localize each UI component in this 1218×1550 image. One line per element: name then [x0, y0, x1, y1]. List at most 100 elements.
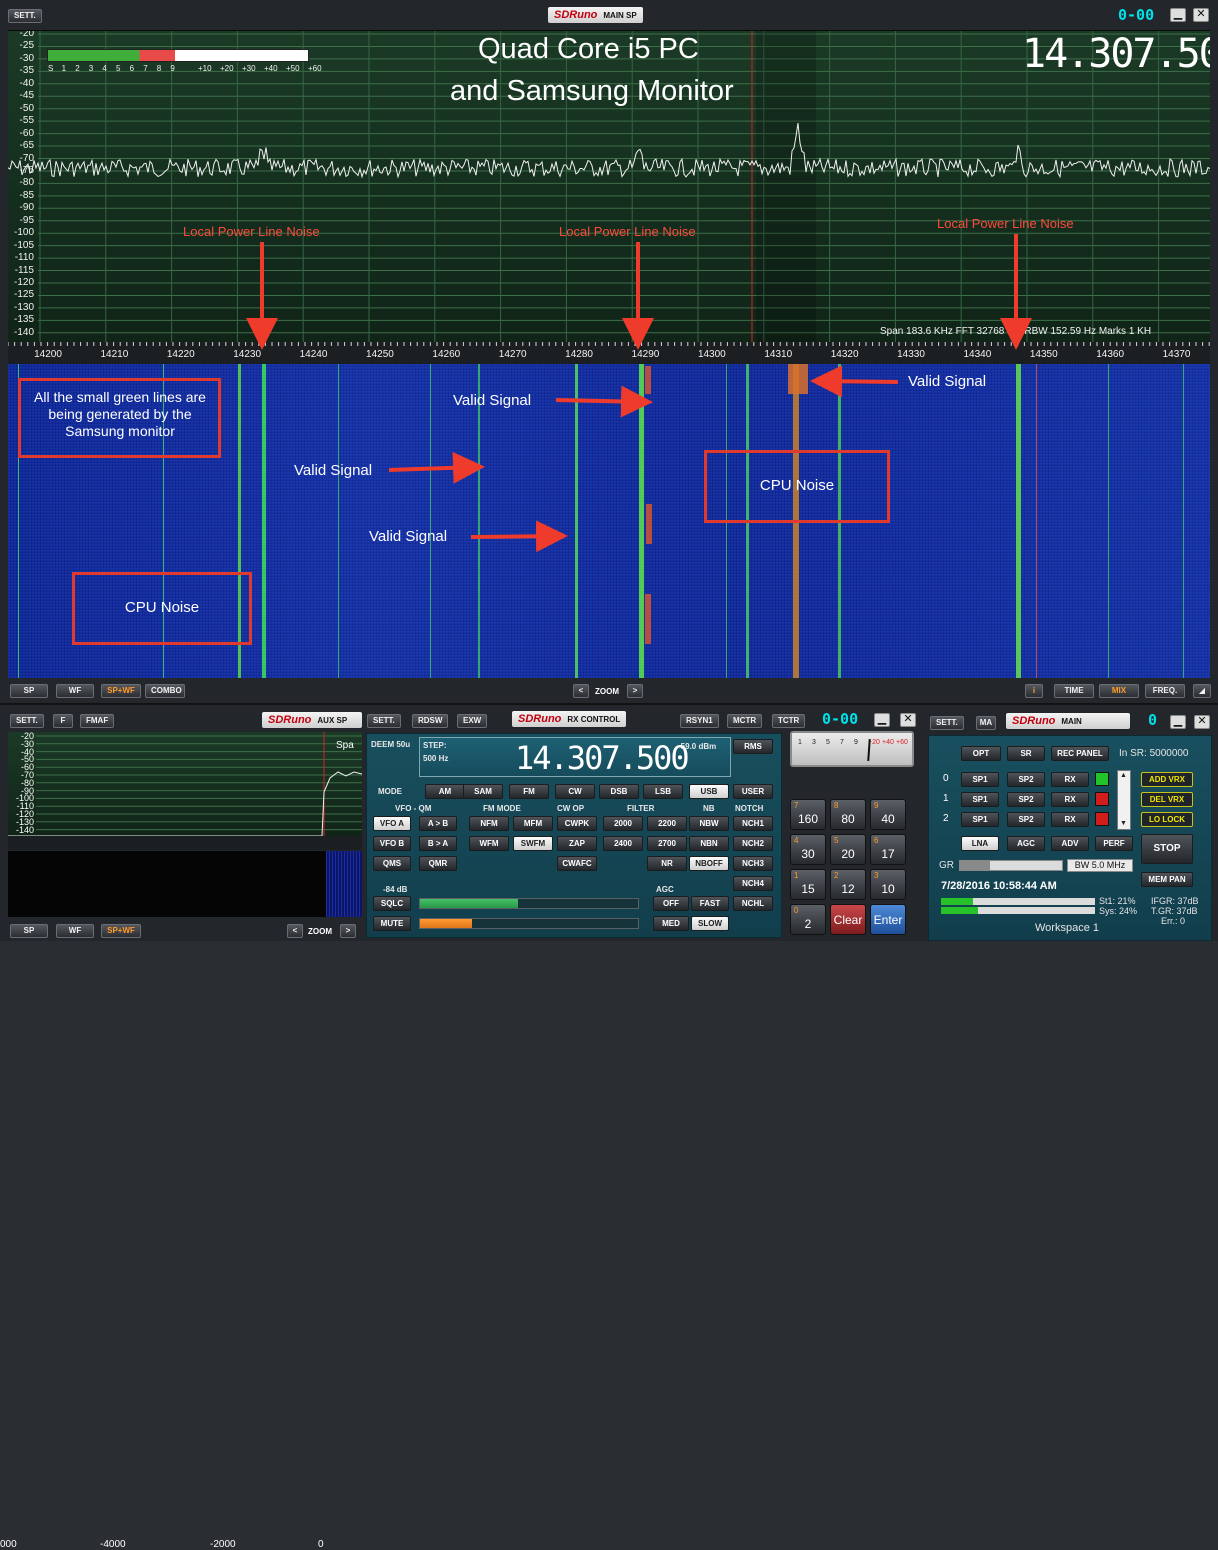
exw-button[interactable]: EXW: [457, 714, 488, 728]
agc-button[interactable]: AGC: [1007, 836, 1045, 851]
minimize-button[interactable]: ▁: [1170, 8, 1186, 22]
rms-button[interactable]: RMS: [733, 739, 773, 754]
freq-button[interactable]: FREQ.: [1145, 684, 1185, 698]
main-panel-settings-button[interactable]: SETT.: [930, 716, 964, 730]
volume-slider[interactable]: [419, 918, 639, 929]
sp-button[interactable]: SP: [10, 684, 48, 698]
close-button[interactable]: ✕: [1193, 8, 1209, 22]
scroll-up-icon[interactable]: ▲: [1120, 772, 1127, 779]
time-button[interactable]: TIME: [1054, 684, 1094, 698]
mctr-button[interactable]: MCTR: [727, 714, 763, 728]
frequency-display[interactable]: 14.307.500: [1022, 31, 1210, 77]
tctr-button[interactable]: TCTR: [772, 714, 806, 728]
keypad-key[interactable]: 1 15: [790, 869, 826, 900]
rec-panel-button[interactable]: REC PANEL: [1051, 746, 1109, 761]
user-button[interactable]: USER: [733, 784, 773, 799]
opt-2200-button[interactable]: 2200: [647, 816, 687, 831]
adv-button[interactable]: ADV: [1051, 836, 1089, 851]
keypad-key[interactable]: 3 10: [870, 869, 906, 900]
opt-2400-button[interactable]: 2400: [603, 836, 643, 851]
opt-nboff-button[interactable]: NBOFF: [689, 856, 729, 871]
vrx-status-indicator[interactable]: [1095, 772, 1109, 786]
perf-button[interactable]: PERF: [1095, 836, 1133, 851]
sp-wf-button[interactable]: SP+WF: [101, 684, 141, 698]
rx-settings-button[interactable]: SETT.: [367, 714, 401, 728]
main-panel-close-button[interactable]: ✕: [1194, 715, 1210, 729]
vrx-sp1-button[interactable]: SP1: [961, 792, 999, 807]
keypad-key[interactable]: 5 20: [830, 834, 866, 865]
mode-usb-button[interactable]: USB: [689, 784, 729, 799]
info-button[interactable]: i: [1025, 684, 1043, 698]
vrx-sp2-button[interactable]: SP2: [1007, 812, 1045, 827]
mode-dsb-button[interactable]: DSB: [599, 784, 639, 799]
opt-vfo-a-button[interactable]: VFO A: [373, 816, 411, 831]
vrx-sp1-button[interactable]: SP1: [961, 812, 999, 827]
vrx-status-indicator[interactable]: [1095, 812, 1109, 826]
aux-sp-wf-button[interactable]: SP+WF: [101, 924, 141, 938]
rsyn1-button[interactable]: RSYN1: [680, 714, 719, 728]
gain-reduction-slider[interactable]: [959, 860, 1063, 871]
rdsw-button[interactable]: RDSW: [412, 714, 449, 728]
aux-zoom-in-button[interactable]: >: [340, 924, 356, 938]
lna-button[interactable]: LNA: [961, 836, 999, 851]
mute-button[interactable]: MUTE: [373, 916, 411, 931]
wf-button[interactable]: WF: [56, 684, 94, 698]
opt-cwpk-button[interactable]: CWPK: [557, 816, 597, 831]
add-vrx-button[interactable]: ADD VRX: [1141, 772, 1193, 787]
vrx-rx-button[interactable]: RX: [1051, 792, 1089, 807]
stop-button[interactable]: STOP: [1141, 834, 1193, 864]
keypad-key[interactable]: Clear: [830, 904, 866, 935]
opt-button[interactable]: OPT: [961, 746, 1001, 761]
mix-button[interactable]: MIX: [1099, 684, 1139, 698]
combo-button[interactable]: COMBO: [145, 684, 185, 698]
keypad-key[interactable]: 2 12: [830, 869, 866, 900]
resize-grip-icon[interactable]: ◢: [1193, 684, 1211, 698]
opt-mfm-button[interactable]: MFM: [513, 816, 553, 831]
opt-a-b-button[interactable]: A > B: [419, 816, 457, 831]
opt-nch3-button[interactable]: NCH3: [733, 856, 773, 871]
scroll-down-icon[interactable]: ▼: [1120, 820, 1127, 827]
main-settings-button[interactable]: SETT.: [8, 9, 42, 23]
aux-settings-button[interactable]: SETT.: [10, 714, 44, 728]
aux-f-button[interactable]: F: [53, 714, 73, 728]
keypad-key[interactable]: 02: [790, 904, 826, 935]
squelch-slider[interactable]: [419, 898, 639, 909]
bandwidth-select[interactable]: BW 5.0 MHz: [1067, 859, 1133, 872]
lo-lock-button[interactable]: LO LOCK: [1141, 812, 1193, 827]
vrx-rx-button[interactable]: RX: [1051, 772, 1089, 787]
mode-cw-button[interactable]: CW: [555, 784, 595, 799]
spectrum-display[interactable]: -20 -25 -30 -35 -40 -45 -50 -55 -60 -65 -70 -75 -80-…: [8, 30, 1210, 342]
mode-lsb-button[interactable]: LSB: [643, 784, 683, 799]
opt-nbn-button[interactable]: NBN: [689, 836, 729, 851]
del-vrx-button[interactable]: DEL VRX: [1141, 792, 1193, 807]
zoom-out-button[interactable]: <: [573, 684, 589, 698]
opt-2000-button[interactable]: 2000: [603, 816, 643, 831]
nchl-button[interactable]: NCHL: [733, 896, 773, 911]
vrx-rx-button[interactable]: RX: [1051, 812, 1089, 827]
aux-zoom-out-button[interactable]: <: [287, 924, 303, 938]
vrx-sp1-button[interactable]: SP1: [961, 772, 999, 787]
opt-b-a-button[interactable]: B > A: [419, 836, 457, 851]
sr-button[interactable]: SR: [1007, 746, 1045, 761]
keypad-key[interactable]: 6 17: [870, 834, 906, 865]
rx-close-button[interactable]: ✕: [900, 713, 916, 727]
agc-fast-button[interactable]: FAST: [691, 896, 729, 911]
step-value[interactable]: 500 Hz: [423, 754, 448, 763]
sqlc-button[interactable]: SQLC: [373, 896, 411, 911]
rx-frequency[interactable]: 14.307.500: [515, 739, 690, 777]
opt-nr-button[interactable]: NR: [647, 856, 687, 871]
opt-nch1-button[interactable]: NCH1: [733, 816, 773, 831]
rx-minimize-button[interactable]: ▁: [874, 713, 890, 727]
keypad-key[interactable]: 4 30: [790, 834, 826, 865]
aux-fmaf-button[interactable]: FMAF: [80, 714, 115, 728]
mem-pan-button[interactable]: MEM PAN: [1141, 872, 1193, 887]
opt-qmr-button[interactable]: QMR: [419, 856, 457, 871]
opt-nbw-button[interactable]: NBW: [689, 816, 729, 831]
vrx-status-indicator[interactable]: [1095, 792, 1109, 806]
keypad-key[interactable]: 8 80: [830, 799, 866, 830]
nch4-button[interactable]: NCH4: [733, 876, 773, 891]
keypad-key[interactable]: 7 160: [790, 799, 826, 830]
opt-vfo-b-button[interactable]: VFO B: [373, 836, 411, 851]
vrx-sp2-button[interactable]: SP2: [1007, 772, 1045, 787]
ma-button[interactable]: MA: [976, 716, 996, 730]
